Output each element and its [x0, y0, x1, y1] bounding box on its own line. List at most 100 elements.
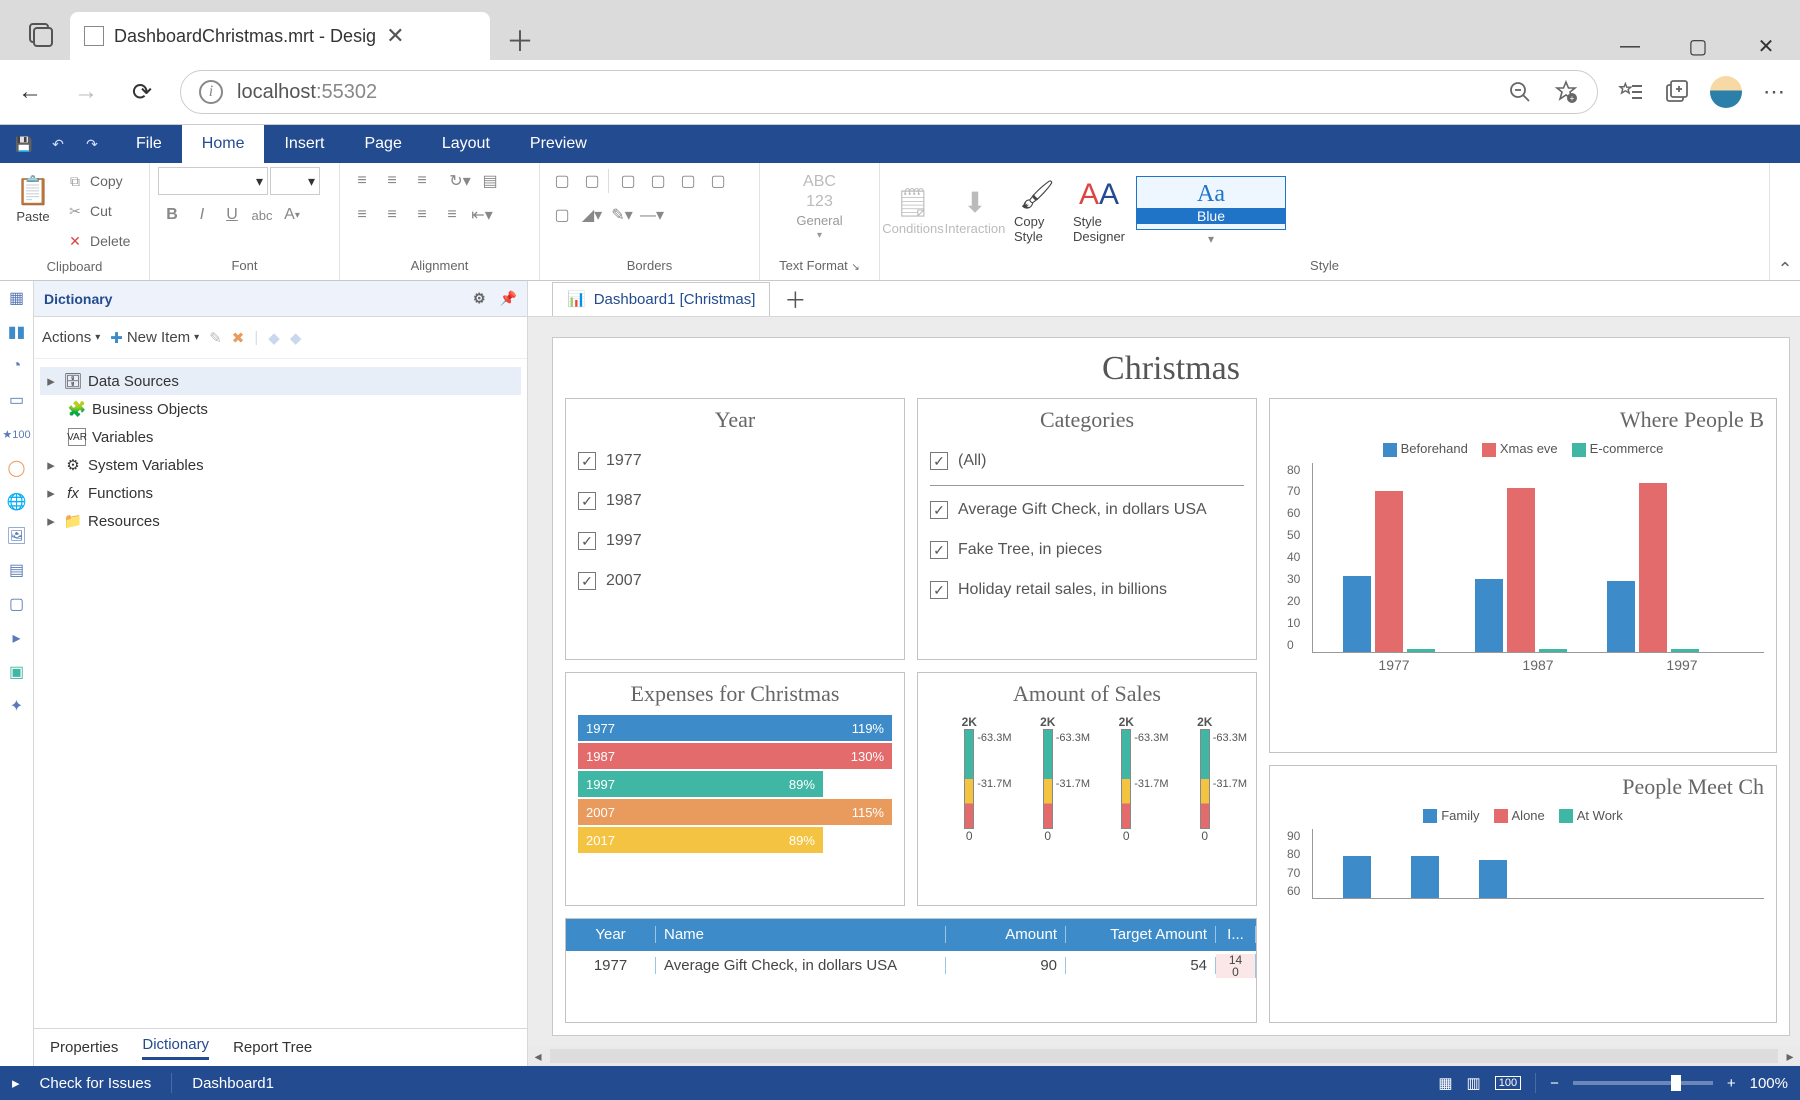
year-option[interactable]: ✓1997 — [578, 521, 892, 561]
conditions-button[interactable]: 🗒 Conditions — [888, 179, 938, 242]
rail-shape-icon[interactable]: ▢ — [6, 593, 28, 615]
border-none-button[interactable]: ▢ — [578, 167, 606, 195]
card-expenses[interactable]: Expenses for Christmas 1977119% 1987130%… — [565, 672, 905, 905]
browser-tab[interactable]: DashboardChristmas.mrt - Desig ✕ — [70, 12, 490, 60]
border-top-button[interactable]: ▢ — [644, 167, 672, 195]
year-option[interactable]: ✓2007 — [578, 561, 892, 601]
category-option[interactable]: ✓Holiday retail sales, in billions — [930, 570, 1244, 610]
dictionary-actions-button[interactable]: Actions ▾ — [42, 329, 100, 346]
tree-node-sysvars[interactable]: ▸⚙System Variables — [40, 451, 521, 479]
profile-avatar[interactable] — [1710, 76, 1742, 108]
card-where-people-buy[interactable]: Where People B Beforehand Xmas eve E-com… — [1269, 398, 1777, 753]
text-format-button[interactable]: ABC 123 General ▾ — [794, 167, 844, 247]
tree-node-business[interactable]: 🧩Business Objects — [40, 395, 521, 423]
border-style-button[interactable]: —▾ — [638, 201, 666, 229]
border-color-button[interactable]: ✎▾ — [608, 201, 636, 229]
category-option[interactable]: ✓Fake Tree, in pieces — [930, 530, 1244, 570]
style-designer-button[interactable]: AA Style Designer — [1074, 172, 1124, 250]
rail-component-icon[interactable]: ▣ — [6, 661, 28, 683]
dictionary-edit-icon[interactable]: ✎ — [209, 329, 222, 347]
save-icon[interactable]: 💾 — [14, 134, 34, 154]
style-swatch[interactable]: Aa Blue ▾ — [1136, 176, 1286, 246]
rail-text-icon[interactable]: ▤ — [6, 559, 28, 581]
rail-chart-icon[interactable]: ▮▮ — [6, 321, 28, 343]
font-size-combo[interactable]: ▾ — [270, 167, 320, 195]
ribbon-tab-insert[interactable]: Insert — [264, 125, 344, 163]
window-minimize-button[interactable]: — — [1616, 32, 1644, 60]
ribbon-collapse-button[interactable]: ⌃ — [1770, 163, 1800, 280]
panel-tab-reporttree[interactable]: Report Tree — [233, 1039, 312, 1056]
dictionary-new-item-button[interactable]: ✚New Item ▾ — [110, 329, 199, 347]
rail-progress-icon[interactable]: ◯ — [6, 457, 28, 479]
dictionary-delete-icon[interactable]: ✖ — [232, 329, 245, 347]
rail-tools-icon[interactable]: ✦ — [6, 695, 28, 717]
italic-button[interactable]: I — [188, 201, 216, 229]
rail-gauge-icon[interactable]: ◔ — [6, 355, 28, 377]
copy-style-button[interactable]: 🖌 Copy Style — [1012, 172, 1062, 250]
panel-tab-properties[interactable]: Properties — [50, 1039, 118, 1056]
paste-button[interactable]: 📋 Paste — [8, 167, 58, 230]
dictionary-down-icon[interactable]: ◆ — [290, 329, 302, 347]
undo-icon[interactable]: ↶ — [48, 134, 68, 154]
tree-node-resources[interactable]: ▸📁Resources — [40, 507, 521, 535]
border-right-button[interactable]: ▢ — [674, 167, 702, 195]
align-bottom-button[interactable]: ≡ — [408, 167, 436, 195]
rail-indicator-icon[interactable]: ★100 — [6, 423, 28, 445]
fill-color-button[interactable]: ◢▾ — [578, 201, 606, 229]
doc-tab-add-button[interactable]: ＋ — [780, 283, 810, 315]
favorite-add-icon[interactable]: + — [1553, 79, 1579, 105]
dictionary-pin-icon[interactable]: 📌 — [500, 290, 517, 307]
underline-button[interactable]: U — [218, 201, 246, 229]
category-option[interactable]: ✓Average Gift Check, in dollars USA — [930, 490, 1244, 530]
ribbon-tab-layout[interactable]: Layout — [422, 125, 510, 163]
year-option[interactable]: ✓1977 — [578, 441, 892, 481]
copy-button[interactable]: ⧉Copy — [62, 167, 134, 195]
table-row[interactable]: 1977 Average Gift Check, in dollars USA … — [566, 951, 1256, 981]
align-justify-button[interactable]: ≡ — [438, 201, 466, 229]
style-swatch-dropdown-icon[interactable]: ▾ — [1136, 232, 1286, 246]
scroll-right-icon[interactable]: ▸ — [1780, 1048, 1800, 1065]
card-year[interactable]: Year ✓1977 ✓1987 ✓1997 ✓2007 — [565, 398, 905, 660]
zoom-out-icon[interactable] — [1507, 79, 1533, 105]
card-data-table[interactable]: Year Name Amount Target Amount I... 1977… — [565, 918, 1257, 1023]
shadow-button[interactable]: ▢ — [548, 201, 576, 229]
wrap-button[interactable]: ▤ — [476, 167, 504, 195]
strike-button[interactable]: abc — [248, 201, 276, 229]
ribbon-tab-file[interactable]: File — [116, 125, 182, 163]
border-left-button[interactable]: ▢ — [614, 167, 642, 195]
browser-menu-icon[interactable]: ⋯ — [1762, 79, 1788, 105]
align-left-button[interactable]: ≡ — [348, 201, 376, 229]
scroll-left-icon[interactable]: ◂ — [528, 1048, 548, 1065]
redo-icon[interactable]: ↷ — [82, 134, 102, 154]
horizontal-scrollbar[interactable]: ◂ ▸ — [528, 1046, 1800, 1066]
dictionary-up-icon[interactable]: ◆ — [268, 329, 280, 347]
border-bottom-button[interactable]: ▢ — [704, 167, 732, 195]
ribbon-tab-preview[interactable]: Preview — [510, 125, 607, 163]
rotate-button[interactable]: ↻▾ — [446, 167, 474, 195]
category-all[interactable]: ✓(All) — [930, 441, 1244, 481]
rail-table-icon[interactable]: ▦ — [6, 287, 28, 309]
bold-button[interactable]: B — [158, 201, 186, 229]
rail-image-icon[interactable]: 🖼 — [6, 525, 28, 547]
address-bar[interactable]: i localhost:55302 + — [180, 70, 1598, 114]
site-info-icon[interactable]: i — [199, 80, 223, 104]
stacked-tabs-icon[interactable] — [20, 14, 60, 54]
zoom-slider[interactable] — [1573, 1081, 1713, 1085]
indent-button[interactable]: ⇤▾ — [468, 201, 496, 229]
year-option[interactable]: ✓1987 — [578, 481, 892, 521]
status-view3-icon[interactable]: 100 — [1495, 1076, 1521, 1090]
panel-tab-dictionary[interactable]: Dictionary — [142, 1036, 209, 1060]
align-middle-button[interactable]: ≡ — [378, 167, 406, 195]
cut-button[interactable]: ✂Cut — [62, 197, 134, 225]
doc-tab-dashboard1[interactable]: 📊 Dashboard1 [Christmas] — [552, 282, 770, 316]
status-check-issues[interactable]: Check for Issues — [40, 1075, 152, 1092]
border-all-button[interactable]: ▢ — [548, 167, 576, 195]
status-current-page[interactable]: Dashboard1 — [192, 1075, 274, 1092]
tree-node-variables[interactable]: VARVariables — [40, 423, 521, 451]
dashboard-page[interactable]: Christmas Year ✓1977 ✓1987 ✓1997 ✓2007 C — [552, 337, 1790, 1036]
rail-map-icon[interactable]: 🌐 — [6, 491, 28, 513]
card-categories[interactable]: Categories ✓(All) ✓Average Gift Check, i… — [917, 398, 1257, 660]
window-close-button[interactable]: ✕ — [1752, 32, 1780, 60]
font-family-combo[interactable]: ▾ — [158, 167, 268, 195]
favorites-list-icon[interactable] — [1618, 79, 1644, 105]
